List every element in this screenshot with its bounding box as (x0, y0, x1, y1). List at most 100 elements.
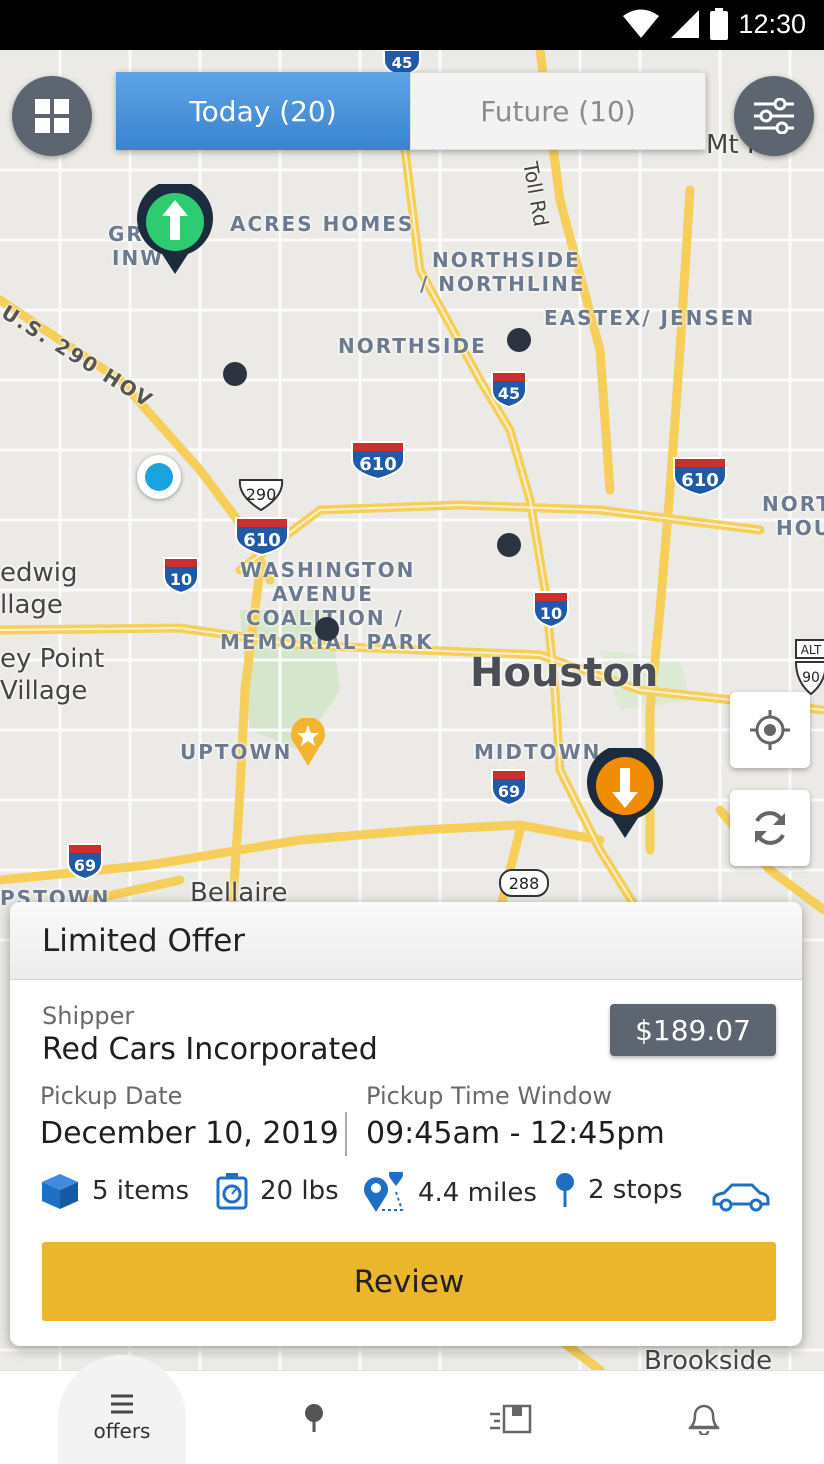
map-label-houston-edge: HOU (776, 516, 824, 540)
sliders-icon (754, 98, 794, 134)
map-label-midtown: MIDTOWN (474, 740, 602, 764)
svg-text:ALT: ALT (801, 643, 822, 657)
current-location-dot (137, 455, 181, 499)
list-icon (111, 1394, 133, 1414)
map-label-brookside: Brookside (644, 1346, 773, 1370)
price-badge: $189.07 (610, 1004, 776, 1056)
svg-text:610: 610 (243, 530, 281, 551)
nav-offers-label: offers (93, 1419, 151, 1443)
stops-stat: 2 stops (554, 1172, 683, 1208)
state-highway-shield-288: 288 (499, 869, 549, 897)
distance-stat: 4.4 miles (362, 1172, 537, 1214)
svg-text:610: 610 (359, 454, 397, 475)
my-location-button[interactable] (730, 692, 810, 768)
svg-text:290: 290 (246, 485, 277, 504)
refresh-icon (755, 811, 785, 845)
map-label-north-houston: NORT (762, 492, 824, 516)
interstate-shield-i10-east: 10 (533, 591, 569, 628)
stop-dot[interactable] (497, 533, 521, 557)
offer-card-header: Limited Offer (10, 902, 802, 980)
stop-dot[interactable] (507, 328, 531, 352)
pickup-date: December 10, 2019 (40, 1116, 339, 1151)
us-route-shield-290: 290 (238, 479, 284, 512)
weight-value: 20 lbs (260, 1176, 339, 1206)
items-stat: 5 items (40, 1172, 189, 1210)
review-button[interactable]: Review (42, 1242, 776, 1321)
interstate-shield-i610-north: 610 (351, 441, 405, 480)
nav-map[interactable] (264, 1371, 364, 1464)
pickup-marker[interactable] (136, 184, 214, 276)
clock: 12:30 (738, 8, 806, 39)
dashboard-grid-button[interactable] (12, 76, 92, 156)
svg-text:90: 90 (802, 670, 820, 686)
map-label-northline: / NORTHLINE (420, 272, 586, 296)
bottom-navigation: offers (0, 1355, 824, 1464)
grid-icon (35, 99, 69, 133)
stops-count: 2 stops (588, 1175, 683, 1205)
interstate-shield-i69-southwest: 69 (67, 843, 103, 880)
bell-icon (687, 1404, 721, 1435)
interstate-shield-i610-west: 610 (235, 517, 289, 556)
shipper-label: Shipper (42, 1002, 135, 1030)
stop-dot[interactable] (315, 617, 339, 641)
delivery-box-icon (490, 1404, 532, 1434)
map-label-houston: Houston (470, 650, 659, 696)
svg-text:69: 69 (498, 782, 520, 801)
items-count: 5 items (92, 1176, 190, 1206)
refresh-button[interactable] (730, 790, 810, 866)
map-label-washington: WASHINGTON (240, 558, 416, 582)
svg-text:45: 45 (392, 54, 413, 72)
nav-notifications[interactable] (654, 1371, 754, 1464)
map-label-acres-homes: ACRES HOMES (230, 212, 415, 236)
shipper-name: Red Cars Incorporated (42, 1032, 378, 1067)
svg-text:610: 610 (681, 470, 719, 491)
pickup-window: 09:45am - 12:45pm (366, 1116, 665, 1151)
offer-card[interactable]: Limited Offer Shipper Red Cars Incorpora… (10, 902, 802, 1346)
map-label-hedwig-village: llage (0, 590, 63, 620)
pickup-date-label: Pickup Date (40, 1082, 183, 1110)
car-icon (712, 1183, 770, 1212)
divider (345, 1112, 347, 1156)
crosshair-icon (750, 710, 790, 750)
date-tab-switch: Today (20) Future (10) (116, 72, 706, 150)
signal-icon (671, 10, 700, 38)
star-poi-icon[interactable] (290, 718, 326, 768)
wifi-icon (623, 9, 660, 38)
tab-future[interactable]: Future (10) (410, 72, 706, 150)
pickup-window-label: Pickup Time Window (366, 1082, 613, 1110)
interstate-shield-i610-east: 610 (673, 457, 727, 496)
map-label-northside: NORTHSIDE (338, 334, 487, 358)
interstate-shield-i45-mid: 45 (491, 371, 527, 408)
box-icon (42, 1174, 78, 1209)
scale-icon (216, 1173, 248, 1210)
weight-stat: 20 lbs (216, 1172, 339, 1210)
interstate-shield-i69-midtown: 69 (491, 769, 527, 806)
pin-icon (556, 1173, 574, 1207)
nav-loads[interactable] (460, 1371, 560, 1464)
svg-text:69: 69 (74, 856, 96, 875)
svg-text:10: 10 (170, 570, 192, 589)
route-pin-icon (364, 1172, 404, 1212)
map-label-avenue: AVENUE (272, 582, 374, 606)
distance-value: 4.4 miles (418, 1178, 537, 1208)
map-label-hunters-creek: ey Point (0, 644, 105, 674)
tab-today[interactable]: Today (20) (116, 72, 410, 150)
interstate-shield-i10-west: 10 (163, 557, 199, 594)
filter-button[interactable] (734, 76, 814, 156)
stop-dot[interactable] (223, 362, 247, 386)
svg-text:45: 45 (498, 384, 520, 403)
map-label-northside-northline: NORTHSIDE (432, 248, 581, 272)
map-pin-icon (305, 1404, 323, 1432)
us-route-shield-alt90: ALT 90 (794, 639, 824, 696)
nav-offers[interactable]: offers (72, 1371, 172, 1464)
map-label-uptown: UPTOWN (180, 740, 293, 764)
map-label-eastex-jensen: EASTEX/ JENSEN (544, 306, 756, 330)
dropoff-marker[interactable] (586, 748, 664, 840)
status-bar: 12:30 (0, 0, 824, 50)
svg-text:10: 10 (540, 604, 562, 623)
battery-icon (710, 8, 729, 40)
offer-title: Limited Offer (42, 922, 246, 959)
map-label-hunters-village: Village (0, 676, 88, 706)
map-label-hedwig: edwig (0, 558, 78, 588)
svg-text:288: 288 (509, 874, 540, 893)
